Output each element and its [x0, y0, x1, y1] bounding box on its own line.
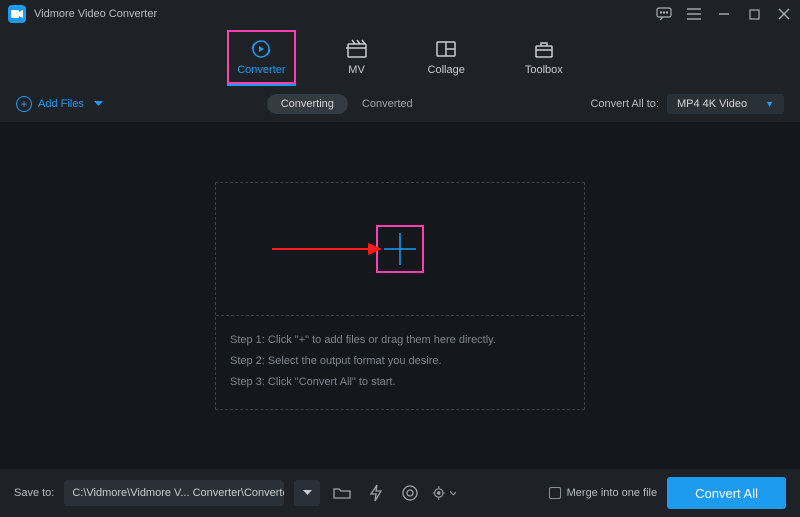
- convert-all-to: Convert All to: MP4 4K Video ▼: [590, 94, 784, 114]
- nav-toolbox[interactable]: Toolbox: [519, 34, 569, 80]
- nav-label: Toolbox: [525, 64, 563, 76]
- hardware-accel-icon[interactable]: [364, 481, 388, 505]
- annotation-arrow-icon: [272, 241, 382, 257]
- merge-label: Merge into one file: [567, 487, 658, 499]
- plus-circle-icon: +: [16, 96, 32, 112]
- add-files-button[interactable]: + Add Files: [16, 96, 103, 112]
- nav-converter[interactable]: Converter: [231, 34, 291, 80]
- tab-converted[interactable]: Converted: [348, 94, 427, 114]
- main-area: Step 1: Click "+" to add files or drag t…: [0, 122, 800, 469]
- status-tabs: Converting Converted: [267, 94, 427, 114]
- drop-zone[interactable]: Step 1: Click "+" to add files or drag t…: [215, 182, 585, 410]
- nav-label: MV: [348, 64, 365, 76]
- open-folder-icon[interactable]: [330, 481, 354, 505]
- save-path-dropdown[interactable]: [294, 480, 320, 506]
- settings-icon[interactable]: [432, 481, 456, 505]
- title-bar: Vidmore Video Converter: [0, 0, 800, 28]
- convert-all-button[interactable]: Convert All: [667, 477, 786, 509]
- close-icon[interactable]: [776, 6, 792, 22]
- nav-mv[interactable]: MV: [340, 34, 374, 80]
- app-title: Vidmore Video Converter: [34, 8, 157, 20]
- secondary-bar: + Add Files Converting Converted Convert…: [0, 86, 800, 122]
- feedback-icon[interactable]: [656, 6, 672, 22]
- main-nav: Converter MV Collage Toolbox: [0, 28, 800, 86]
- chevron-down-icon: [94, 101, 103, 107]
- menu-icon[interactable]: [686, 6, 702, 22]
- app-logo-icon: [8, 5, 26, 23]
- format-selected: MP4 4K Video: [677, 98, 747, 110]
- save-path-text: C:\Vidmore\Vidmore V... Converter\Conver…: [72, 487, 284, 499]
- merge-checkbox[interactable]: Merge into one file: [549, 487, 658, 499]
- chevron-down-icon: [303, 490, 312, 496]
- chevron-down-icon: [450, 491, 457, 496]
- collage-icon: [435, 38, 457, 60]
- step-text: Step 3: Click "Convert All" to start.: [230, 372, 570, 393]
- convert-all-to-label: Convert All to:: [590, 98, 658, 110]
- checkbox-icon: [549, 487, 561, 499]
- converter-icon: [250, 38, 272, 60]
- nav-collage[interactable]: Collage: [422, 34, 471, 80]
- minimize-icon[interactable]: [716, 6, 732, 22]
- drop-zone-top: [216, 183, 584, 315]
- chevron-down-icon: ▼: [765, 99, 774, 109]
- tab-converting[interactable]: Converting: [267, 94, 348, 114]
- add-files-label: Add Files: [38, 98, 84, 110]
- step-text: Step 1: Click "+" to add files or drag t…: [230, 330, 570, 351]
- save-path-field[interactable]: C:\Vidmore\Vidmore V... Converter\Conver…: [64, 480, 284, 506]
- toolbox-icon: [533, 38, 555, 60]
- footer-bar: Save to: C:\Vidmore\Vidmore V... Convert…: [0, 469, 800, 517]
- plus-icon: [380, 229, 420, 269]
- window-controls: [656, 6, 792, 22]
- app-window: Vidmore Video Converter Co: [0, 0, 800, 517]
- maximize-icon[interactable]: [746, 6, 762, 22]
- mv-icon: [346, 38, 368, 60]
- nav-label: Collage: [428, 64, 465, 76]
- step-text: Step 2: Select the output format you des…: [230, 351, 570, 372]
- save-to-label: Save to:: [14, 487, 54, 499]
- high-speed-icon[interactable]: [398, 481, 422, 505]
- instructions: Step 1: Click "+" to add files or drag t…: [216, 316, 584, 409]
- nav-label: Converter: [237, 64, 285, 76]
- format-select[interactable]: MP4 4K Video ▼: [667, 94, 784, 114]
- add-file-plus-button[interactable]: [376, 225, 424, 273]
- convert-button-label: Convert All: [695, 486, 758, 501]
